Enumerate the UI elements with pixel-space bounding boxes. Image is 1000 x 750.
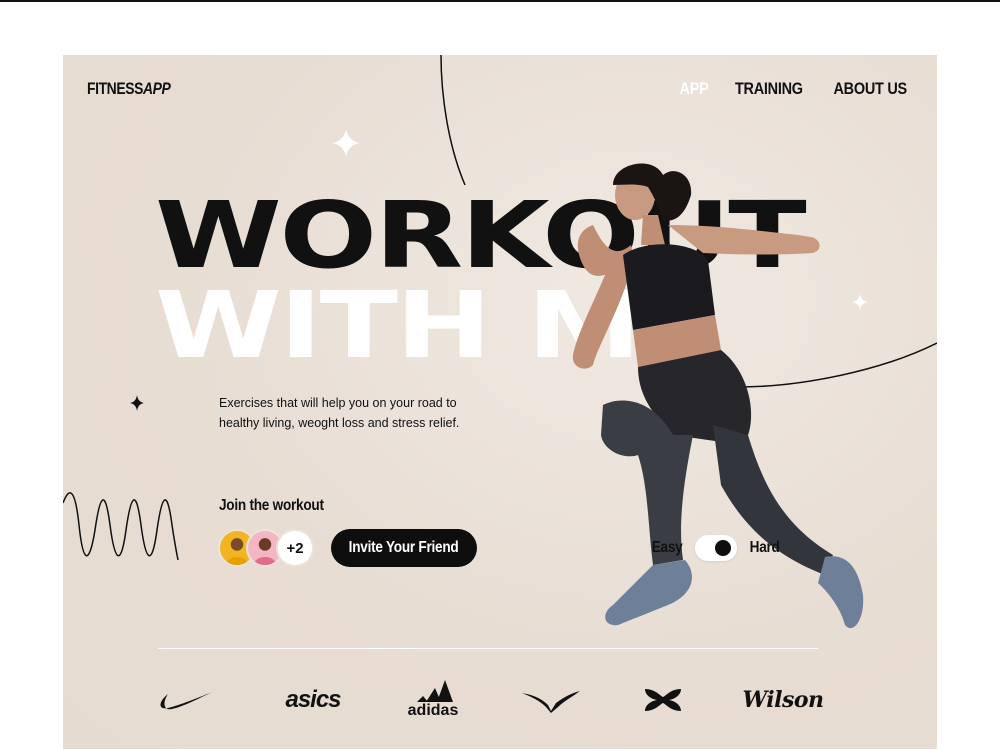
nike-swoosh-icon bbox=[160, 692, 212, 710]
mizuno-runbird-icon bbox=[522, 691, 580, 713]
nav-app[interactable]: APP bbox=[679, 79, 708, 99]
difficulty-easy-label[interactable]: Easy bbox=[652, 539, 683, 557]
divider bbox=[158, 648, 818, 649]
invite-friend-button[interactable]: Invite Your Friend bbox=[331, 529, 477, 567]
nav-about-us[interactable]: ABOUT US bbox=[833, 79, 907, 99]
more-participants-badge[interactable]: +2 bbox=[276, 529, 314, 567]
adidas-stripes-icon bbox=[417, 680, 453, 702]
difficulty-toggle[interactable] bbox=[695, 535, 738, 561]
difficulty-hard-label[interactable]: Hard bbox=[750, 539, 780, 557]
wave-icon bbox=[63, 492, 179, 561]
asics-logo[interactable]: asics bbox=[268, 670, 358, 730]
hero-description: Exercises that will help you on your roa… bbox=[219, 396, 460, 430]
athlete-image bbox=[572, 163, 864, 629]
app-logo[interactable]: FITNESSAPP bbox=[87, 79, 171, 99]
mizuno-logo[interactable] bbox=[518, 670, 584, 730]
wilson-logo[interactable]: Wilson bbox=[738, 670, 828, 730]
under-armour-icon bbox=[645, 689, 681, 711]
nike-logo[interactable] bbox=[153, 670, 217, 730]
sparkle-dark-icon bbox=[130, 395, 144, 411]
top-border-line bbox=[0, 0, 1000, 2]
join-workout-label: Join the workout bbox=[219, 497, 324, 514]
main-nav: APP TRAINING ABOUT US bbox=[677, 79, 913, 99]
participants-avatars[interactable]: +2 bbox=[218, 529, 318, 567]
hero-card: FITNESSAPP APP TRAINING ABOUT US WORKOUT… bbox=[63, 55, 937, 749]
nav-training[interactable]: TRAINING bbox=[735, 79, 803, 99]
sparkle-icon bbox=[332, 129, 360, 157]
toggle-knob[interactable] bbox=[715, 540, 732, 556]
under-armour-logo[interactable] bbox=[639, 670, 687, 730]
adidas-logo[interactable]: adidas bbox=[398, 670, 468, 730]
difficulty-switch: Easy Hard bbox=[649, 535, 782, 561]
brand-logos: asics adidas Wilson bbox=[63, 670, 937, 730]
